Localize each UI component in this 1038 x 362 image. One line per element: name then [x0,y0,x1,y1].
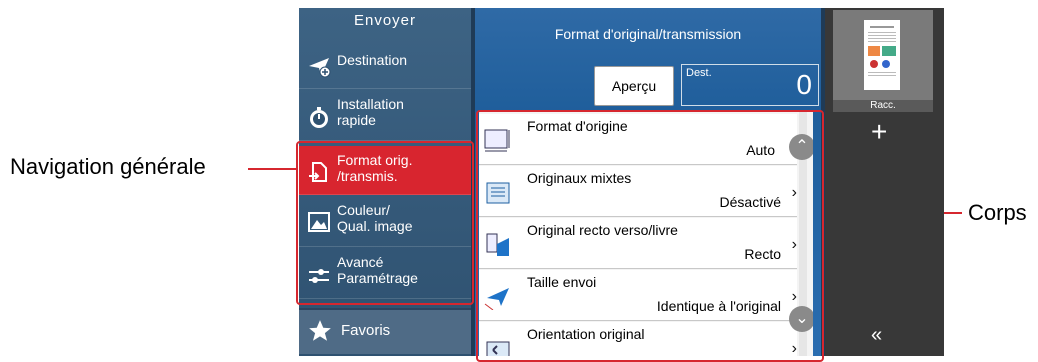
nav-item-label: Destination [337,52,408,68]
page-title: Format d'original/transmission [554,26,742,42]
destination-count-box[interactable]: Dest. 0 [681,64,819,106]
nav-item-destination[interactable]: Destination [299,44,471,89]
right-panel: Racc. + « [825,8,944,356]
preview-button[interactable]: Aperçu [594,66,674,106]
nav-item-quick-setup[interactable]: Installation rapide [299,92,471,141]
page-thumbnail [864,20,900,90]
nav-item-label: Installation rapide [337,96,404,128]
navigation-highlight [296,141,474,305]
favorites-button[interactable]: Favoris [299,308,471,354]
dest-count: 0 [796,69,812,100]
dest-label: Dest. [686,67,712,79]
callout-line-left [248,168,298,170]
star-icon [307,318,333,348]
callout-body: Corps [968,200,1027,225]
collapse-panel-button[interactable]: « [871,324,882,347]
callout-general-navigation: Navigation générale [10,154,206,179]
stopwatch-icon [307,106,331,130]
favorites-label: Favoris [341,322,391,339]
add-shortcut-button[interactable]: + [871,116,887,148]
destination-icon [307,54,331,78]
shortcut-label: Racc. [833,100,933,112]
body-highlight [476,110,824,362]
preview-thumbnail[interactable] [833,10,933,100]
nav-title: Envoyer [353,12,417,29]
